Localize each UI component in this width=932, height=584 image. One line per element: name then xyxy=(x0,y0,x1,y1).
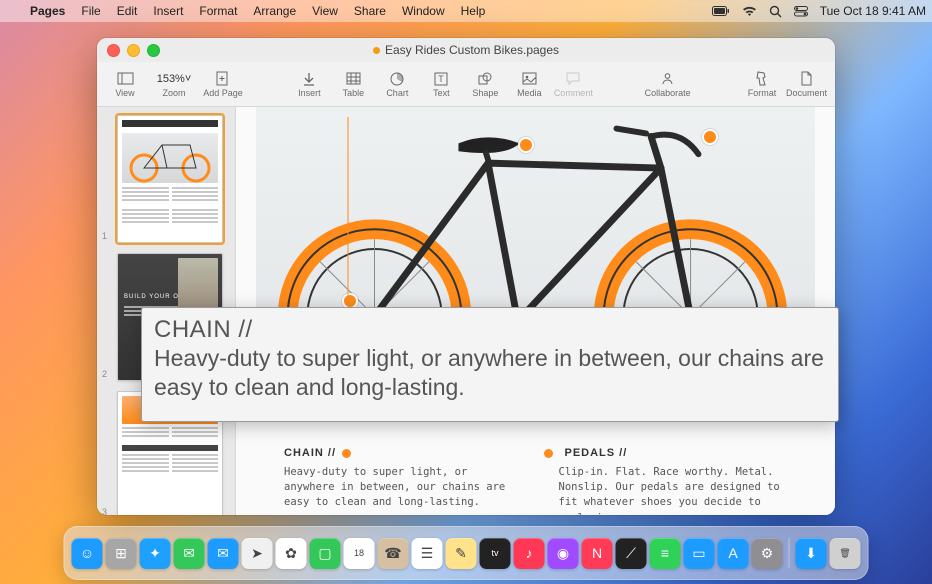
media-icon xyxy=(521,70,538,87)
format-button[interactable]: Format xyxy=(742,64,782,104)
toolbar: View 153% ˅ Zoom Add Page Insert Table xyxy=(97,62,835,107)
callout-marker xyxy=(702,129,718,145)
dock-app-keynote[interactable]: ▭ xyxy=(684,538,715,569)
view-icon xyxy=(117,70,134,87)
format-icon xyxy=(753,70,770,87)
hover-text-overlay: CHAIN // Heavy-duty to super light, or a… xyxy=(141,307,839,422)
dock-app-downloads[interactable]: ⬇ xyxy=(796,538,827,569)
thumb-page-number: 1 xyxy=(102,231,107,241)
add-page-icon xyxy=(215,70,232,87)
dock-app-stocks[interactable]: ⟋ xyxy=(616,538,647,569)
pedals-heading: PEDALS // xyxy=(559,447,788,459)
collaborate-icon xyxy=(659,70,676,87)
document-icon xyxy=(798,70,815,87)
fullscreen-button[interactable] xyxy=(147,44,160,57)
dock-app-notes[interactable]: ✎ xyxy=(446,538,477,569)
menu-help[interactable]: Help xyxy=(453,4,494,18)
media-button[interactable]: Media xyxy=(509,64,549,104)
table-button[interactable]: Table xyxy=(333,64,373,104)
menubar: Pages File Edit Insert Format Arrange Vi… xyxy=(0,0,932,22)
text-icon: T xyxy=(433,70,450,87)
add-page-button[interactable]: Add Page xyxy=(203,64,243,104)
dock-app-tv[interactable]: tv xyxy=(480,538,511,569)
titlebar: Easy Rides Custom Bikes.pages xyxy=(97,38,835,62)
dock-app-launchpad[interactable]: ⊞ xyxy=(106,538,137,569)
dock-app-reminders[interactable]: ☰ xyxy=(412,538,443,569)
dock-app-podcasts[interactable]: ◉ xyxy=(548,538,579,569)
view-button[interactable]: View xyxy=(105,64,145,104)
menu-window[interactable]: Window xyxy=(394,4,453,18)
dock-app-messages[interactable]: ✉ xyxy=(174,538,205,569)
dock-app-photos[interactable]: ✿ xyxy=(276,538,307,569)
thumb-page-number: 2 xyxy=(102,369,107,379)
dock-app-trash[interactable]: 🗑 xyxy=(830,538,861,569)
dirty-indicator-icon xyxy=(373,47,380,54)
minimize-button[interactable] xyxy=(127,44,140,57)
spotlight-icon[interactable] xyxy=(763,5,788,18)
menu-share[interactable]: Share xyxy=(346,4,394,18)
zoom-value: 153% ˅ xyxy=(157,70,192,87)
dock-app-music[interactable]: ♪ xyxy=(514,538,545,569)
dock-app-appstore[interactable]: A xyxy=(718,538,749,569)
svg-text:T: T xyxy=(439,74,445,84)
wifi-icon[interactable] xyxy=(736,6,763,17)
insert-icon xyxy=(301,70,318,87)
insert-button[interactable]: Insert xyxy=(289,64,329,104)
document-button[interactable]: Document xyxy=(786,64,827,104)
shape-button[interactable]: Shape xyxy=(465,64,505,104)
column-chain: CHAIN // Heavy-duty to super light, or a… xyxy=(284,447,513,515)
menu-insert[interactable]: Insert xyxy=(145,4,191,18)
thumb-page-number: 3 xyxy=(102,507,107,515)
callout-marker xyxy=(518,137,534,153)
dock-app-numbers[interactable]: ≡ xyxy=(650,538,681,569)
chain-body: Heavy-duty to super light, or anywhere i… xyxy=(284,465,513,511)
dock-app-safari[interactable]: ✦ xyxy=(140,538,171,569)
dock-app-calendar[interactable]: 18 xyxy=(344,538,375,569)
text-button[interactable]: T Text xyxy=(421,64,461,104)
menu-app[interactable]: Pages xyxy=(22,4,73,18)
menu-arrange[interactable]: Arrange xyxy=(245,4,304,18)
close-button[interactable] xyxy=(107,44,120,57)
menu-format[interactable]: Format xyxy=(191,4,245,18)
dock-app-news[interactable]: N xyxy=(582,538,613,569)
pedals-body: Clip-in. Flat. Race worthy. Metal. Nonsl… xyxy=(559,465,788,515)
dock-separator xyxy=(789,538,790,568)
chart-icon xyxy=(389,70,406,87)
dock-app-facetime[interactable]: ▢ xyxy=(310,538,341,569)
table-icon xyxy=(345,70,362,87)
clock[interactable]: Tue Oct 18 9:41 AM xyxy=(814,4,932,18)
chain-heading: CHAIN // xyxy=(284,447,513,459)
zoom-control[interactable]: 153% ˅ Zoom xyxy=(149,64,199,104)
hover-heading: CHAIN // xyxy=(154,316,826,344)
pages-window: Easy Rides Custom Bikes.pages View 153% … xyxy=(97,38,835,515)
menu-file[interactable]: File xyxy=(73,4,108,18)
comment-icon xyxy=(565,70,582,87)
dock-app-mail[interactable]: ✉ xyxy=(208,538,239,569)
window-title: Easy Rides Custom Bikes.pages xyxy=(97,43,835,57)
control-center-icon[interactable] xyxy=(788,6,814,17)
collaborate-button[interactable]: Collaborate xyxy=(640,64,696,104)
dock-app-finder[interactable]: ☺ xyxy=(72,538,103,569)
menu-edit[interactable]: Edit xyxy=(109,4,146,18)
page-thumbnail-1[interactable]: 1 xyxy=(117,115,221,243)
chart-button[interactable]: Chart xyxy=(377,64,417,104)
dock-app-settings[interactable]: ⚙ xyxy=(752,538,783,569)
column-pedals: PEDALS // Clip-in. Flat. Race worthy. Me… xyxy=(559,447,788,515)
dock-app-contacts[interactable]: ☎ xyxy=(378,538,409,569)
comment-button: Comment xyxy=(553,64,593,104)
shape-icon xyxy=(477,70,494,87)
callout-dot-icon xyxy=(342,449,351,458)
callout-dot-icon xyxy=(544,449,553,458)
battery-icon[interactable] xyxy=(706,6,736,16)
menu-view[interactable]: View xyxy=(304,4,346,18)
dock: ☺⊞✦✉✉➤✿▢18☎☰✎tv♪◉N⟋≡▭A⚙⬇🗑 xyxy=(64,526,869,580)
dock-app-maps[interactable]: ➤ xyxy=(242,538,273,569)
hover-body: Heavy-duty to super light, or anywhere i… xyxy=(154,344,826,403)
